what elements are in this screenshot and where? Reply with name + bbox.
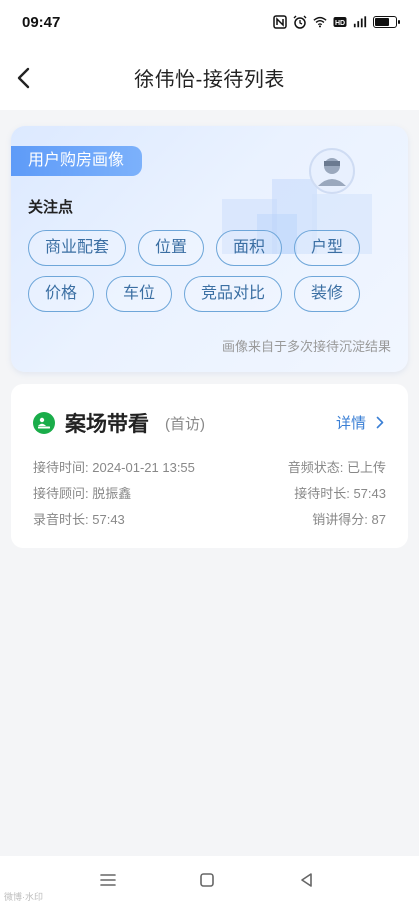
info-row-2: 接待顾问: 脱振鑫 接待时长: 57:43: [33, 483, 386, 502]
alarm-icon: [293, 15, 307, 29]
info-row-1: 接待时间: 2024-01-21 13:55 音频状态: 已上传: [33, 457, 386, 476]
status-time: 09:47: [22, 13, 61, 31]
tag-layout[interactable]: 户型: [294, 230, 361, 266]
tag-parking[interactable]: 车位: [106, 276, 173, 312]
portrait-note: 画像来自于多次接待沉淀结果: [221, 339, 391, 354]
audio-status: 音频状态: 已上传: [287, 460, 386, 475]
reception-duration: 接待时长: 57:43: [294, 486, 386, 501]
header: 徐伟怡-接待列表: [0, 44, 419, 110]
page-title: 徐伟怡-接待列表: [134, 68, 285, 91]
status-bar: 09:47 HD: [0, 0, 419, 44]
watermark: 微博·水印: [4, 892, 43, 902]
svg-text:HD: HD: [335, 20, 345, 27]
visit-subtitle: (首访): [165, 415, 205, 433]
menu-button[interactable]: [96, 868, 120, 892]
visit-card[interactable]: 案场带看 (首访) 详情 接待时间: 2024-01-21 13:55 音频状态…: [11, 384, 408, 548]
detail-link[interactable]: 详情: [336, 412, 384, 433]
system-nav-bar: [0, 856, 419, 908]
recording-duration: 录音时长: 57:43: [33, 512, 125, 527]
tag-location[interactable]: 位置: [138, 230, 205, 266]
back-nav-button[interactable]: [295, 868, 319, 892]
signal-icon: [353, 16, 367, 28]
info-row-3: 录音时长: 57:43 销讲得分: 87: [33, 509, 386, 528]
chevron-left-icon: [17, 67, 30, 89]
tag-competitor-comparison[interactable]: 竞品对比: [184, 276, 283, 312]
menu-icon: [100, 874, 116, 886]
tag-area[interactable]: 面积: [216, 230, 283, 266]
tag-decoration[interactable]: 装修: [294, 276, 361, 312]
portrait-badge: 用户购房画像: [11, 146, 143, 176]
home-button[interactable]: [195, 868, 219, 892]
detail-label: 详情: [335, 415, 366, 432]
tag-price[interactable]: 价格: [28, 276, 95, 312]
visit-header: 案场带看 (首访): [33, 408, 205, 438]
focus-points-title: 关注点: [28, 199, 74, 216]
wifi-icon: [313, 16, 327, 28]
status-icons: HD: [273, 15, 400, 29]
nfc-icon: [273, 15, 287, 29]
home-icon: [200, 873, 214, 887]
hd-icon: HD: [333, 17, 347, 27]
sales-score: 销讲得分: 87: [312, 512, 386, 527]
chevron-right-icon: [376, 416, 384, 429]
visit-type-icon: [33, 412, 55, 434]
user-portrait-card: 用户购房画像 关注点 商业配套 位置 面积 户型 价格 车位 竞品对比 装修 画…: [11, 126, 408, 372]
tag-commercial-facilities[interactable]: 商业配套: [28, 230, 127, 266]
consultant: 接待顾问: 脱振鑫: [33, 486, 132, 501]
tag-row-2: 价格 车位 竞品对比 装修: [28, 276, 361, 312]
reception-time: 接待时间: 2024-01-21 13:55: [33, 460, 195, 475]
visit-title: 案场带看: [65, 413, 149, 436]
tag-row-1: 商业配套 位置 面积 户型: [28, 230, 361, 266]
back-triangle-icon: [301, 873, 312, 887]
battery-icon: [373, 16, 400, 28]
back-button[interactable]: [10, 64, 38, 92]
